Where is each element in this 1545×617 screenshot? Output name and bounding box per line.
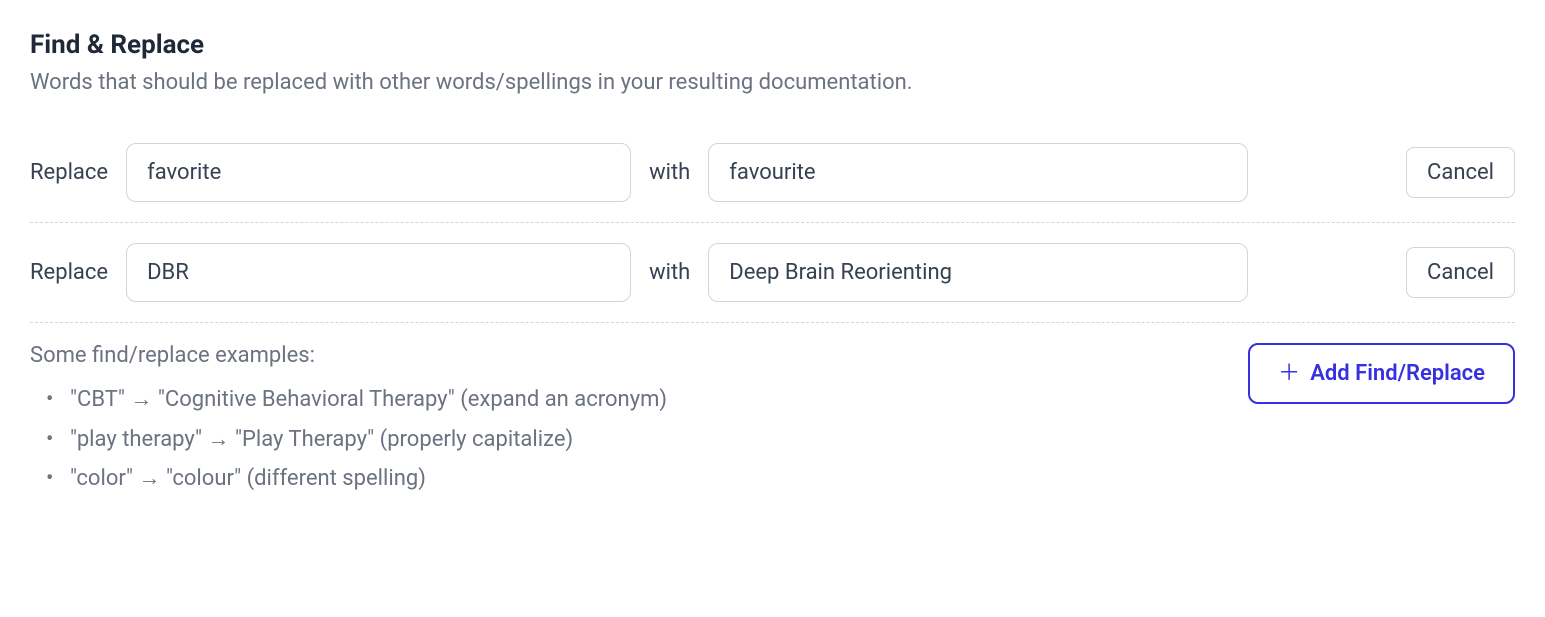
panel-subtitle: Words that should be replaced with other… — [30, 70, 1515, 95]
replace-row: Replace with Cancel — [30, 223, 1515, 323]
replace-row: Replace with Cancel — [30, 123, 1515, 223]
cancel-button[interactable]: Cancel — [1406, 247, 1515, 298]
with-label: with — [649, 160, 690, 185]
list-item: "CBT" → "Cognitive Behavioral Therapy" (… — [70, 380, 667, 420]
replace-label: Replace — [30, 260, 108, 285]
cancel-button[interactable]: Cancel — [1406, 147, 1515, 198]
examples-title: Some find/replace examples: — [30, 343, 667, 368]
find-input[interactable] — [126, 243, 631, 302]
bottom-section: Some find/replace examples: "CBT" → "Cog… — [30, 323, 1515, 499]
replace-input[interactable] — [708, 243, 1248, 302]
list-item: "play therapy" → "Play Therapy" (properl… — [70, 420, 667, 460]
replace-label: Replace — [30, 160, 108, 185]
examples-list: "CBT" → "Cognitive Behavioral Therapy" (… — [30, 380, 667, 499]
add-button-label: Add Find/Replace — [1310, 361, 1485, 386]
list-item: "color" → "colour" (different spelling) — [70, 459, 667, 499]
plus-icon: ＋ — [1278, 363, 1300, 385]
find-replace-panel: Find & Replace Words that should be repl… — [30, 30, 1515, 499]
with-label: with — [649, 260, 690, 285]
add-find-replace-button[interactable]: ＋ Add Find/Replace — [1248, 343, 1515, 404]
panel-title: Find & Replace — [30, 30, 1515, 60]
find-input[interactable] — [126, 143, 631, 202]
replace-input[interactable] — [708, 143, 1248, 202]
examples-block: Some find/replace examples: "CBT" → "Cog… — [30, 343, 667, 499]
